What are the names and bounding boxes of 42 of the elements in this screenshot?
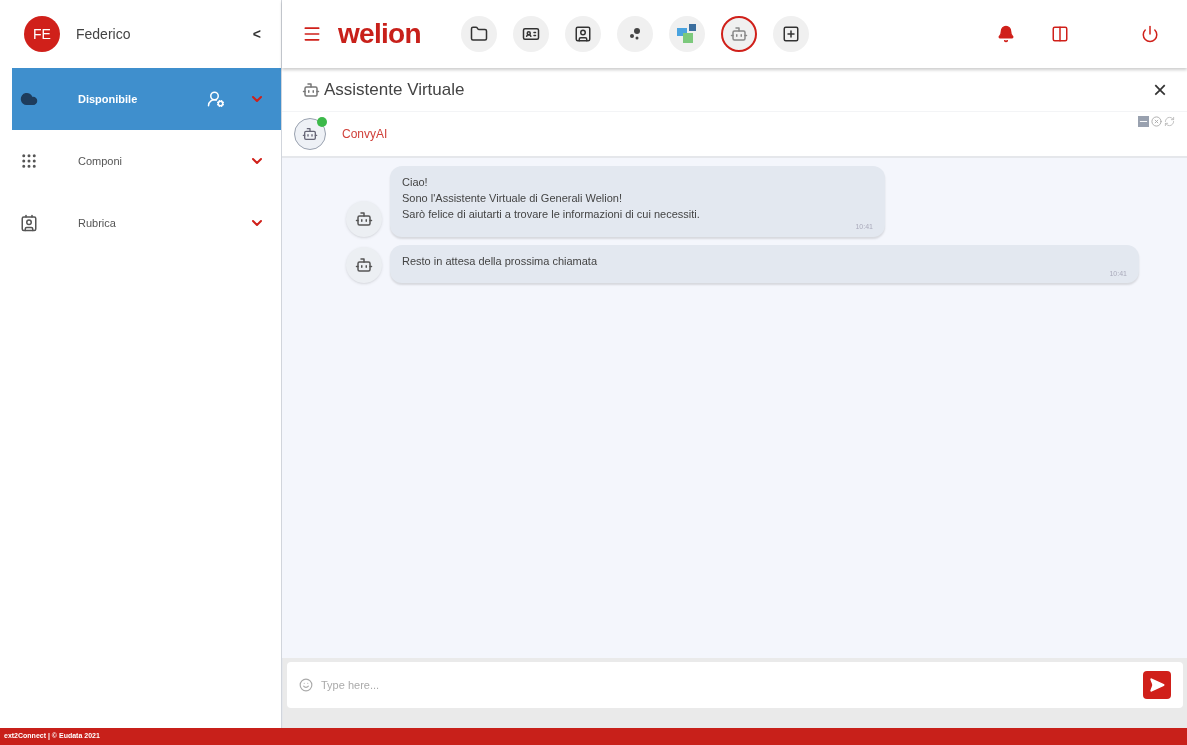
toolbar-button[interactable] [668,16,705,52]
robot-icon [355,256,373,274]
dialpad-icon [20,152,38,170]
contact-card-icon [521,25,540,43]
toolbar-button[interactable] [512,16,549,52]
close-button[interactable]: × [1153,77,1167,102]
plus-icon [781,25,800,43]
message-composer[interactable]: Type here... [287,662,1183,708]
toolbar-button[interactable] [720,16,757,52]
message-text: Ciao! [402,175,429,190]
robot-icon [302,126,318,142]
contacts-icon [20,214,38,232]
robot-icon [729,25,748,43]
agent-name: ConvyAI [342,126,389,142]
person-badge-icon [573,25,592,43]
send-icon [1149,677,1165,693]
cloud-icon [20,90,38,108]
sidebar-label: Componi [78,153,124,169]
toolbar-button[interactable] [616,16,653,52]
agent-status-icon [207,90,225,108]
message-text: Resto in attesa della prossima chiamata [402,253,599,269]
send-button[interactable] [1143,671,1171,699]
brand-logo: welion [338,17,421,51]
toolbar-button[interactable] [564,16,601,52]
toolbar-button[interactable] [772,16,809,52]
sidebar-label: Disponibile [78,91,139,107]
sidebar-label: Rubrica [78,215,117,231]
robot-icon [355,209,373,228]
collapse-button[interactable]: < [244,24,269,44]
panel-title: Assistente Virtuale [324,78,466,101]
robot-icon [302,80,320,99]
power-icon[interactable] [1141,25,1159,43]
squares-icon [676,24,697,44]
folder-icon [469,25,488,43]
message-text: Sarò felice di aiutarti a trovare le informazioni di cui necessiti. [402,207,701,222]
split-view-icon[interactable] [1051,25,1069,43]
toolbar-button[interactable] [460,16,497,52]
user-avatar: FE [24,16,60,52]
user-name: Federico [76,25,132,44]
message-text: Sono l'Assistente Virtuale di Generali Welion! [402,191,623,206]
menu-icon[interactable] [302,24,322,44]
notification-icon[interactable] [997,25,1015,43]
